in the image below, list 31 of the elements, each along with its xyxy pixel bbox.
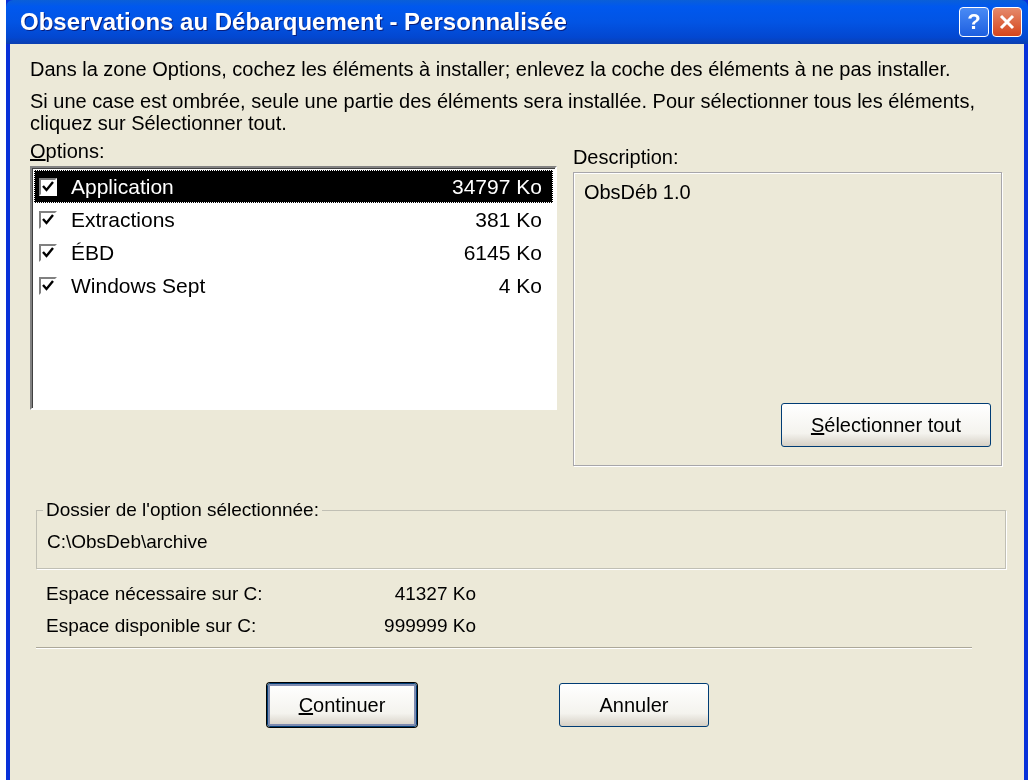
checkbox[interactable]	[39, 177, 57, 196]
list-item[interactable]: Application 34797 Ko	[34, 170, 553, 203]
window-title: Observations au Débarquement - Personnalisée	[20, 8, 568, 36]
description-text: ObsDéb 1.0	[583, 181, 692, 204]
item-name: Extractions	[71, 207, 176, 232]
space-label: Espace nécessaire sur C:	[46, 583, 263, 605]
select-all-button[interactable]: Sélectionner tout	[781, 403, 991, 447]
description-label: Description:	[572, 146, 680, 168]
instruction-text: Si une case est ombrée, seule une partie des éléments sera installée. Pour sélectionner tous les éléments, cliquez sur Sélectionner tout.	[30, 90, 976, 134]
space-value: 999999 Ko	[384, 615, 476, 637]
item-size: 381 Ko	[475, 207, 542, 232]
list-item[interactable]: ÉBD 6145 Ko	[34, 236, 553, 269]
item-size: 34797 Ko	[451, 174, 542, 199]
help-button[interactable]: ?	[959, 7, 989, 37]
close-icon	[999, 14, 1015, 30]
item-name: ÉBD	[71, 240, 116, 265]
item-size: 6145 Ko	[463, 240, 542, 265]
list-item[interactable]: Windows Sept 4 Ko	[34, 269, 553, 302]
cancel-button[interactable]: Annuler	[559, 683, 709, 727]
space-value: 41327 Ko	[393, 583, 476, 605]
item-size: 4 Ko	[498, 273, 542, 298]
instruction-text: Dans la zone Options, cochez les éléments à installer; enlevez la coche des éléments à ne pas installer.	[30, 58, 952, 80]
continue-button[interactable]: Continuer	[267, 683, 417, 727]
folder-path: C:\ObsDeb\archive	[47, 531, 208, 552]
item-name: Application	[71, 174, 175, 199]
list-item[interactable]: Extractions 381 Ko	[34, 203, 553, 236]
space-label: Espace disponible sur C:	[46, 615, 258, 637]
options-label: Options:	[30, 140, 106, 162]
close-button[interactable]	[992, 7, 1022, 37]
options-list[interactable]: Application 34797 Ko Extractions 381 Ko ÉBD 6145 Ko Windows Sept 4 Ko	[30, 166, 557, 410]
item-name: Windows Sept	[71, 273, 207, 298]
